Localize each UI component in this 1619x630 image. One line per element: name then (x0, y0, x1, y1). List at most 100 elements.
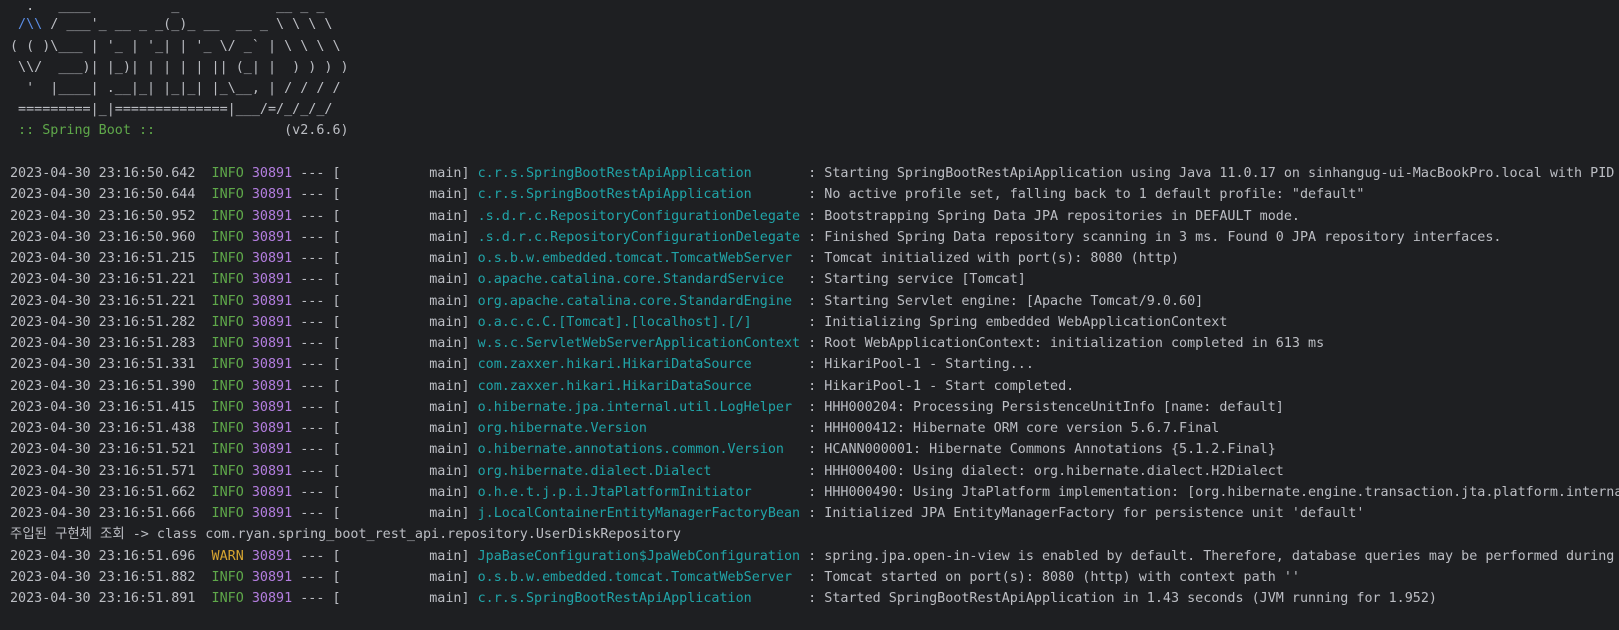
log-pid: 30891 (243, 569, 293, 585)
log-thread: --- [ main] (292, 548, 478, 564)
log-level: INFO (195, 187, 244, 203)
log-thread: --- [ main] (292, 357, 478, 373)
log-logger: o.hibernate.jpa.internal.util.LogHelper (477, 399, 801, 415)
log-level: INFO (195, 378, 244, 394)
log-logger: .s.d.r.c.RepositoryConfigurationDelegate (477, 208, 801, 224)
log-timestamp: 2023-04-30 23:16:51.696 (10, 548, 196, 564)
log-thread: --- [ main] (292, 442, 478, 458)
log-pid: 30891 (243, 336, 293, 351)
log-logger: o.s.b.w.embedded.tomcat.TomcatWebServer (477, 251, 801, 266)
log-pid: 30891 (243, 314, 293, 330)
log-message: : Initializing Spring embedded WebApplic… (800, 314, 1228, 330)
log-timestamp: 2023-04-30 23:16:50.952 (10, 208, 196, 224)
log-pid: 30891 (243, 463, 293, 479)
log-logger: o.hibernate.annotations.common.Version (477, 442, 801, 458)
log-level: INFO (195, 442, 244, 458)
log-pid: 30891 (243, 229, 293, 245)
log-line: 2023-04-30 23:16:51.696 WARN 30891 --- [… (10, 546, 1619, 568)
banner-line: \\/ ___)| |_)| | | | | || (_| | ) ) ) ) (10, 60, 349, 75)
log-line: 2023-04-30 23:16:51.390 INFO 30891 --- [… (10, 376, 1074, 398)
log-thread: --- [ main] (292, 569, 478, 585)
log-thread: --- [ main] (292, 378, 478, 394)
log-logger: JpaBaseConfiguration$JpaWebConfiguration (477, 548, 801, 564)
log-logger: .s.d.r.c.RepositoryConfigurationDelegate (477, 229, 801, 245)
log-level: WARN (195, 548, 244, 564)
log-logger: o.h.e.t.j.p.i.JtaPlatformInitiator (477, 484, 801, 500)
log-level: INFO (195, 272, 244, 288)
log-timestamp: 2023-04-30 23:16:50.644 (10, 187, 196, 203)
log-line: 2023-04-30 23:16:50.960 INFO 30891 --- [… (10, 227, 1502, 249)
log-logger: j.LocalContainerEntityManagerFactoryBean (477, 506, 801, 521)
log-line: 2023-04-30 23:16:51.331 INFO 30891 --- [… (10, 354, 1034, 376)
log-message: : HHH000490: Using JtaPlatform implement… (800, 484, 1619, 500)
log-logger: org.hibernate.dialect.Dialect (477, 463, 801, 479)
log-pid: 30891 (243, 506, 293, 521)
log-message: : HHH000204: Processing PersistenceUnitI… (800, 399, 1284, 415)
log-message: : HikariPool-1 - Starting... (800, 357, 1034, 373)
log-pid: 30891 (243, 399, 293, 415)
banner-line: /\\ / ___'_ __ _ _(_)_ __ __ _ \ \ \ \ (10, 14, 332, 36)
log-logger: c.r.s.SpringBootRestApiApplication (477, 166, 801, 181)
log-pid: 30891 (243, 208, 293, 224)
banner-line: ' |____| .__|_| |_|_| |_\__, | / / / / (10, 81, 341, 96)
log-level: INFO (195, 463, 244, 479)
log-line: 2023-04-30 23:16:51.221 INFO 30891 --- [… (10, 291, 1203, 313)
log-thread: --- [ main] (292, 229, 478, 245)
log-logger: org.hibernate.Version (477, 421, 801, 436)
log-line: 2023-04-30 23:16:51.666 INFO 30891 --- [… (10, 503, 1364, 525)
log-line: 2023-04-30 23:16:51.283 INFO 30891 --- [… (10, 333, 1324, 355)
log-line: 2023-04-30 23:16:51.891 INFO 30891 --- [… (10, 588, 1437, 610)
log-level: INFO (195, 336, 244, 351)
log-level: INFO (195, 569, 244, 585)
log-level: INFO (195, 314, 244, 330)
log-thread: --- [ main] (292, 166, 478, 181)
log-message: : Starting service [Tomcat] (800, 272, 1026, 288)
log-timestamp: 2023-04-30 23:16:51.521 (10, 442, 196, 458)
log-line: 주입된 구현체 조회 -> class com.ryan.spring_boot… (10, 524, 681, 546)
log-line: 2023-04-30 23:16:50.642 INFO 30891 --- [… (10, 163, 1619, 185)
log-line: 2023-04-30 23:16:51.415 INFO 30891 --- [… (10, 397, 1284, 419)
log-level: INFO (195, 293, 244, 309)
log-pid: 30891 (243, 357, 293, 373)
log-line: 2023-04-30 23:16:51.882 INFO 30891 --- [… (10, 567, 1300, 589)
console-output[interactable]: . ____ _ __ _ _ /\\ / ___'_ __ _ _(_)_ _… (0, 0, 1619, 630)
spring-boot-version: (v2.6.6) (163, 123, 349, 138)
log-pid: 30891 (243, 548, 293, 564)
log-thread: --- [ main] (292, 251, 478, 266)
log-timestamp: 2023-04-30 23:16:51.331 (10, 357, 196, 373)
log-message: : spring.jpa.open-in-view is enabled by … (800, 548, 1619, 564)
log-logger: o.apache.catalina.core.StandardService (477, 272, 801, 288)
log-message: : Bootstrapping Spring Data JPA reposito… (800, 208, 1300, 224)
log-thread: --- [ main] (292, 506, 478, 521)
log-pid: 30891 (243, 378, 293, 394)
log-pid: 30891 (243, 591, 293, 606)
log-level: INFO (195, 506, 244, 521)
spring-boot-label: :: Spring Boot :: (10, 123, 164, 138)
log-timestamp: 2023-04-30 23:16:51.666 (10, 506, 196, 521)
log-level: INFO (195, 208, 244, 224)
log-logger: org.apache.catalina.core.StandardEngine (477, 293, 801, 309)
log-timestamp: 2023-04-30 23:16:51.662 (10, 484, 196, 500)
log-message: : HHH000400: Using dialect: org.hibernat… (800, 463, 1284, 479)
log-timestamp: 2023-04-30 23:16:51.390 (10, 378, 196, 394)
log-thread: --- [ main] (292, 293, 478, 309)
log-message: : Tomcat initialized with port(s): 8080 … (800, 251, 1180, 266)
log-line: 2023-04-30 23:16:51.521 INFO 30891 --- [… (10, 439, 1276, 461)
log-timestamp: 2023-04-30 23:16:51.221 (10, 293, 196, 309)
log-pid: 30891 (243, 251, 293, 266)
log-logger: com.zaxxer.hikari.HikariDataSource (477, 357, 801, 373)
banner-line: ( ( )\___ | '_ | '_| | '_ \/ _` | \ \ \ … (10, 39, 341, 54)
log-line: 2023-04-30 23:16:51.221 INFO 30891 --- [… (10, 269, 1026, 291)
log-pid: 30891 (243, 187, 293, 203)
log-pid: 30891 (243, 272, 293, 288)
log-logger: o.s.b.w.embedded.tomcat.TomcatWebServer (477, 569, 801, 585)
log-thread: --- [ main] (292, 187, 478, 203)
log-message: : Starting Servlet engine: [Apache Tomca… (800, 293, 1204, 309)
log-thread: --- [ main] (292, 421, 478, 436)
log-timestamp: 2023-04-30 23:16:51.283 (10, 336, 196, 351)
log-message: : Starting SpringBootRestApiApplication … (800, 166, 1619, 181)
log-thread: --- [ main] (292, 314, 478, 330)
log-pid: 30891 (243, 293, 293, 309)
log-message: : Initialized JPA EntityManagerFactory f… (800, 506, 1365, 521)
log-thread: --- [ main] (292, 591, 478, 606)
